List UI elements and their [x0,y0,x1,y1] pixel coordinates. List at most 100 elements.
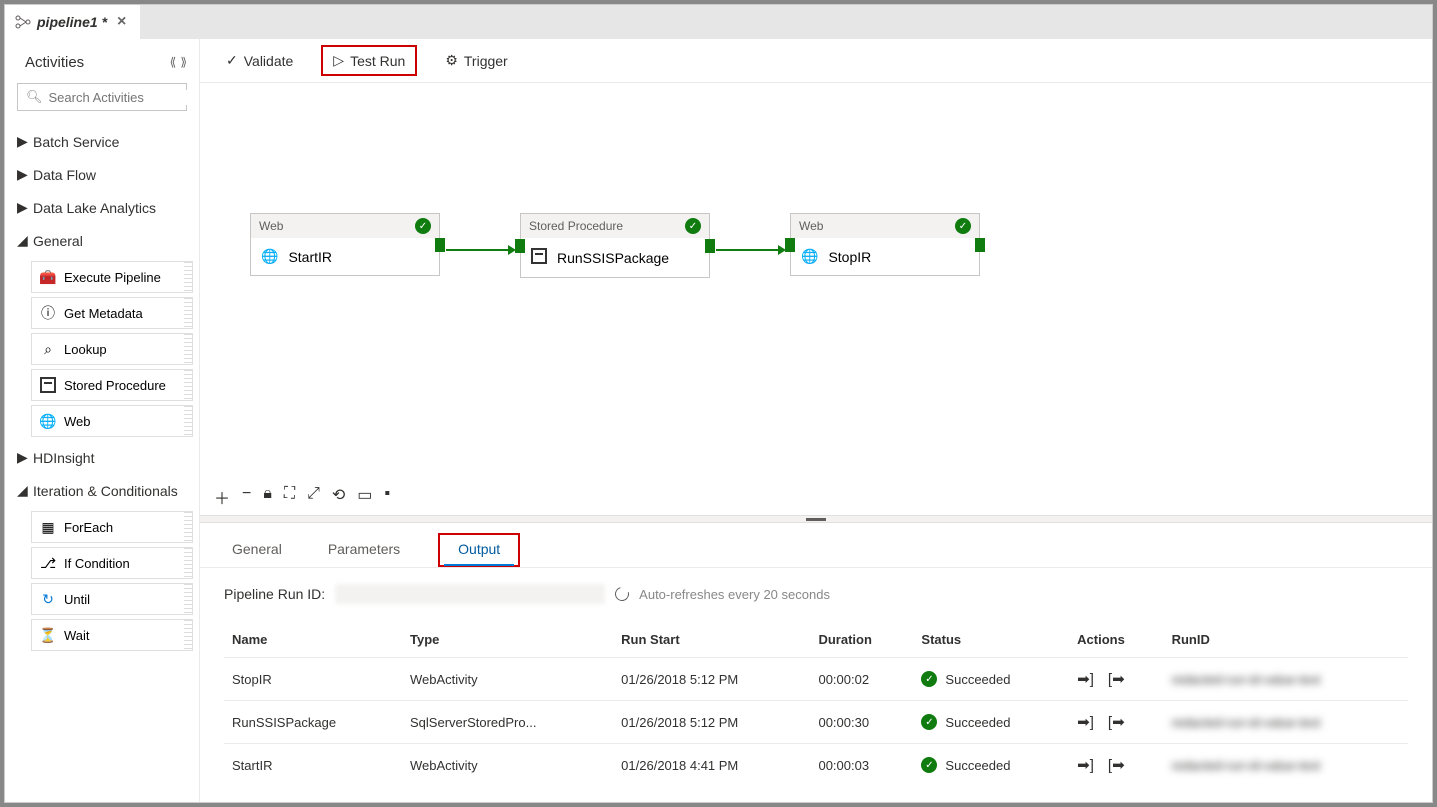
minimap-icon[interactable]: ▪ [384,485,390,509]
expand-all-icon[interactable]: ⟫ [180,55,187,69]
activity-wait[interactable]: ⏳Wait [31,619,193,651]
test-run-button[interactable]: ▷Test Run [321,45,417,76]
stored-procedure-icon [531,248,547,267]
activity-get-metadata[interactable]: ⓘGet Metadata [31,297,193,329]
grip-icon [184,584,192,614]
activity-web[interactable]: 🌐Web [31,405,193,437]
col-runid: RunID [1164,622,1408,658]
execute-pipeline-icon: 🧰 [40,269,56,285]
output-action-icon[interactable]: [➡ [1108,670,1125,688]
cell-status: ✓Succeeded [913,658,1069,701]
col-actions: Actions [1069,622,1163,658]
fit-icon[interactable]: ⛶ [284,485,295,509]
node-startir[interactable]: Web✓ 🌐StartIR [250,213,440,276]
col-name: Name [224,622,402,658]
grip-icon [184,620,192,650]
grip-icon [184,548,192,578]
if-icon: ⎇ [40,555,56,571]
input-port[interactable] [515,239,525,253]
activity-stored-procedure[interactable]: Stored Procedure [31,369,193,401]
input-action-icon[interactable]: ➡] [1077,670,1094,688]
pipeline-canvas[interactable]: Web✓ 🌐StartIR Stored Procedure✓ RunSSISP… [200,83,1432,515]
web-icon: 🌐 [801,248,818,265]
foreach-icon: ▦ [40,519,56,535]
play-icon: ▷ [333,52,344,69]
tab-output[interactable]: Output [438,533,520,567]
node-stopir[interactable]: Web✓ 🌐StopIR [790,213,980,276]
output-port[interactable] [705,239,715,253]
cell-duration: 00:00:30 [810,701,913,744]
output-port[interactable] [435,238,445,252]
caret-right-icon: ▶ [17,166,25,183]
layout-icon[interactable]: ▭ [357,485,372,509]
status-ok-icon: ✓ [955,218,971,234]
output-port[interactable] [975,238,985,252]
grip-icon [184,298,192,328]
grip-icon [184,262,192,292]
grip-icon [184,370,192,400]
run-output-table: Name Type Run Start Duration Status Acti… [224,622,1408,786]
category-iteration-conditionals[interactable]: ◢Iteration & Conditionals [11,474,193,507]
node-runssispackage[interactable]: Stored Procedure✓ RunSSISPackage [520,213,710,278]
canvas-zoom-tools: ＋ − 🔒︎ ⛶ ⤢ ⟲ ▭ ▪ [214,485,390,509]
activity-if-condition[interactable]: ⎇If Condition [31,547,193,579]
status-ok-icon: ✓ [415,218,431,234]
search-input[interactable] [49,90,200,105]
col-type: Type [402,622,613,658]
web-icon: 🌐 [40,413,56,429]
cell-runstart: 01/26/2018 4:41 PM [613,744,810,787]
canvas-toolbar: ✓Validate ▷Test Run ⚙Trigger [200,39,1432,83]
table-row: RunSSISPackage SqlServerStoredPro... 01/… [224,701,1408,744]
zoom-reset-icon[interactable]: ⟲ [332,485,345,509]
collapse-all-icon[interactable]: ⟪ [170,55,177,69]
caret-down-icon: ◢ [17,482,25,499]
activities-sidebar: Activities ⟪ ⟫ 🔍︎ ▶Batch Service ▶Data F… [5,39,200,802]
close-icon[interactable]: × [113,13,130,31]
status-ok-icon: ✓ [921,714,937,730]
cell-runid: redacted-run-id-value-text [1164,744,1408,787]
caret-down-icon: ◢ [17,232,25,249]
cell-type: SqlServerStoredPro... [402,701,613,744]
activity-lookup[interactable]: ⌕Lookup [31,333,193,365]
category-data-flow[interactable]: ▶Data Flow [11,158,193,191]
lookup-icon: ⌕ [40,341,56,357]
tab-title: pipeline1 * [37,14,107,30]
web-icon: 🌐 [261,248,278,265]
stored-procedure-icon [40,377,56,393]
trigger-button[interactable]: ⚙Trigger [439,48,513,73]
col-status: Status [913,622,1069,658]
zoom-out-icon[interactable]: − [242,485,251,509]
cell-duration: 00:00:03 [810,744,913,787]
input-action-icon[interactable]: ➡] [1077,756,1094,774]
lock-icon[interactable]: 🔒︎ [263,485,272,509]
activity-until[interactable]: ↻Until [31,583,193,615]
activity-foreach[interactable]: ▦ForEach [31,511,193,543]
tab-pipeline1[interactable]: pipeline1 * × [5,5,141,39]
category-data-lake-analytics[interactable]: ▶Data Lake Analytics [11,191,193,224]
search-activities[interactable]: 🔍︎ [17,83,187,111]
input-port[interactable] [785,238,795,252]
output-panel-tabs: General Parameters Output [200,523,1432,568]
category-general[interactable]: ◢General [11,224,193,257]
cell-runstart: 01/26/2018 5:12 PM [613,658,810,701]
cell-type: WebActivity [402,744,613,787]
cell-runid: redacted-run-id-value-text [1164,701,1408,744]
fullscreen-icon[interactable]: ⤢ [307,485,320,509]
tab-general[interactable]: General [224,533,290,567]
panel-resize-handle[interactable] [200,515,1432,523]
cell-status: ✓Succeeded [913,744,1069,787]
until-icon: ↻ [40,591,56,607]
grip-icon [184,334,192,364]
zoom-in-icon[interactable]: ＋ [214,485,230,509]
validate-button[interactable]: ✓Validate [220,48,299,73]
output-action-icon[interactable]: [➡ [1108,756,1125,774]
input-action-icon[interactable]: ➡] [1077,713,1094,731]
search-icon: 🔍︎ [26,89,43,105]
info-icon: ⓘ [40,305,56,321]
activity-execute-pipeline[interactable]: 🧰Execute Pipeline [31,261,193,293]
tab-parameters[interactable]: Parameters [320,533,408,567]
category-hdinsight[interactable]: ▶HDInsight [11,441,193,474]
refresh-icon[interactable] [613,584,632,603]
output-action-icon[interactable]: [➡ [1108,713,1125,731]
category-batch-service[interactable]: ▶Batch Service [11,125,193,158]
